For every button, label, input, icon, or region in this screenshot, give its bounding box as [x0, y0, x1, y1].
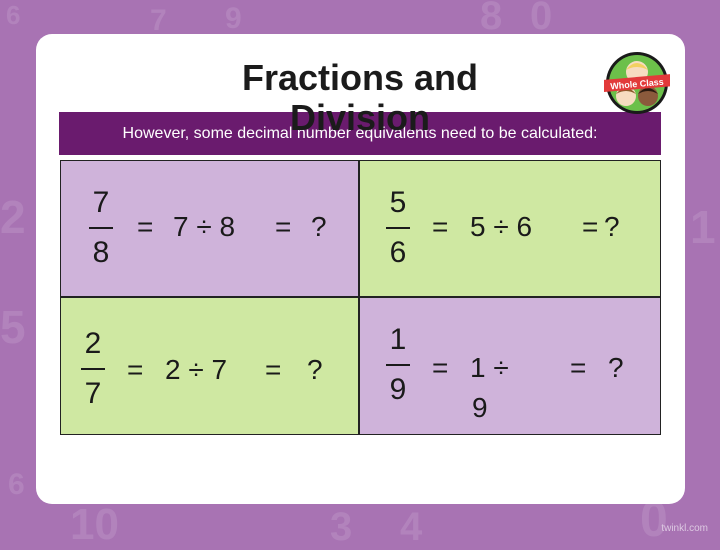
denominator: 8: [92, 236, 110, 269]
footer-brand: twinkl.com: [661, 523, 708, 534]
whole-class-icon: Whole Class: [602, 52, 674, 114]
problem-cell: 7 8 = 7 ÷ 8 = ?: [61, 161, 360, 298]
numerator: 7: [92, 186, 110, 219]
whole-class-badge: Whole Class: [602, 50, 674, 116]
fraction-bar: [81, 368, 105, 370]
bg-digit: 7: [150, 4, 167, 37]
equals-sign: =: [582, 211, 599, 242]
answer-placeholder: ?: [608, 352, 624, 383]
fraction-bar: [386, 364, 410, 366]
equals-sign: =: [265, 354, 282, 385]
problem-cell: 1 9 = 1 ÷ 9 = ?: [360, 298, 660, 434]
equals-sign: =: [275, 211, 292, 242]
bg-digit: 1: [690, 201, 716, 253]
denominator: 7: [84, 377, 102, 410]
numerator: 2: [84, 327, 102, 360]
numerator: 1: [389, 323, 407, 356]
problems-grid: 7 8 = 7 ÷ 8 = ? 5 6 = 5 ÷ 6 = ? 2 7 = 2 …: [60, 160, 661, 435]
bg-digit: 3: [330, 505, 353, 549]
slide-title: Fractions and Division: [241, 57, 479, 138]
equals-sign: =: [432, 211, 449, 242]
bg-digit: 4: [400, 505, 423, 549]
fraction: 7 8: [81, 187, 121, 269]
bg-digit: 5: [0, 301, 26, 353]
equals-sign: =: [137, 211, 154, 242]
division-expression: 1 ÷: [470, 352, 509, 383]
division-expression: 7 ÷ 8: [173, 211, 236, 242]
bg-digit: 6: [6, 0, 21, 30]
bg-digit: 6: [8, 468, 25, 501]
fraction-bar: [89, 227, 113, 229]
fraction: 2 7: [73, 328, 113, 410]
numerator: 5: [389, 186, 407, 219]
division-expression-wrap: 9: [472, 392, 488, 423]
answer-placeholder: ?: [604, 211, 620, 242]
denominator: 6: [389, 236, 407, 269]
equals-sign: =: [127, 354, 144, 385]
problem-cell: 2 7 = 2 ÷ 7 = ?: [61, 298, 360, 434]
problem-cell: 5 6 = 5 ÷ 6 = ?: [360, 161, 660, 298]
denominator: 9: [389, 373, 407, 406]
equals-sign: =: [570, 352, 587, 383]
fraction: 1 9: [378, 324, 418, 406]
answer-placeholder: ?: [311, 211, 327, 242]
fraction-bar: [386, 227, 410, 229]
bg-digit: 10: [70, 500, 119, 549]
bg-digit: 9: [225, 2, 242, 35]
equals-sign: =: [432, 352, 449, 383]
fraction: 5 6: [378, 187, 418, 269]
bg-digit: 2: [0, 191, 26, 243]
division-expression: 2 ÷ 7: [165, 354, 228, 385]
division-expression: 5 ÷ 6: [470, 211, 533, 242]
answer-placeholder: ?: [307, 354, 323, 385]
